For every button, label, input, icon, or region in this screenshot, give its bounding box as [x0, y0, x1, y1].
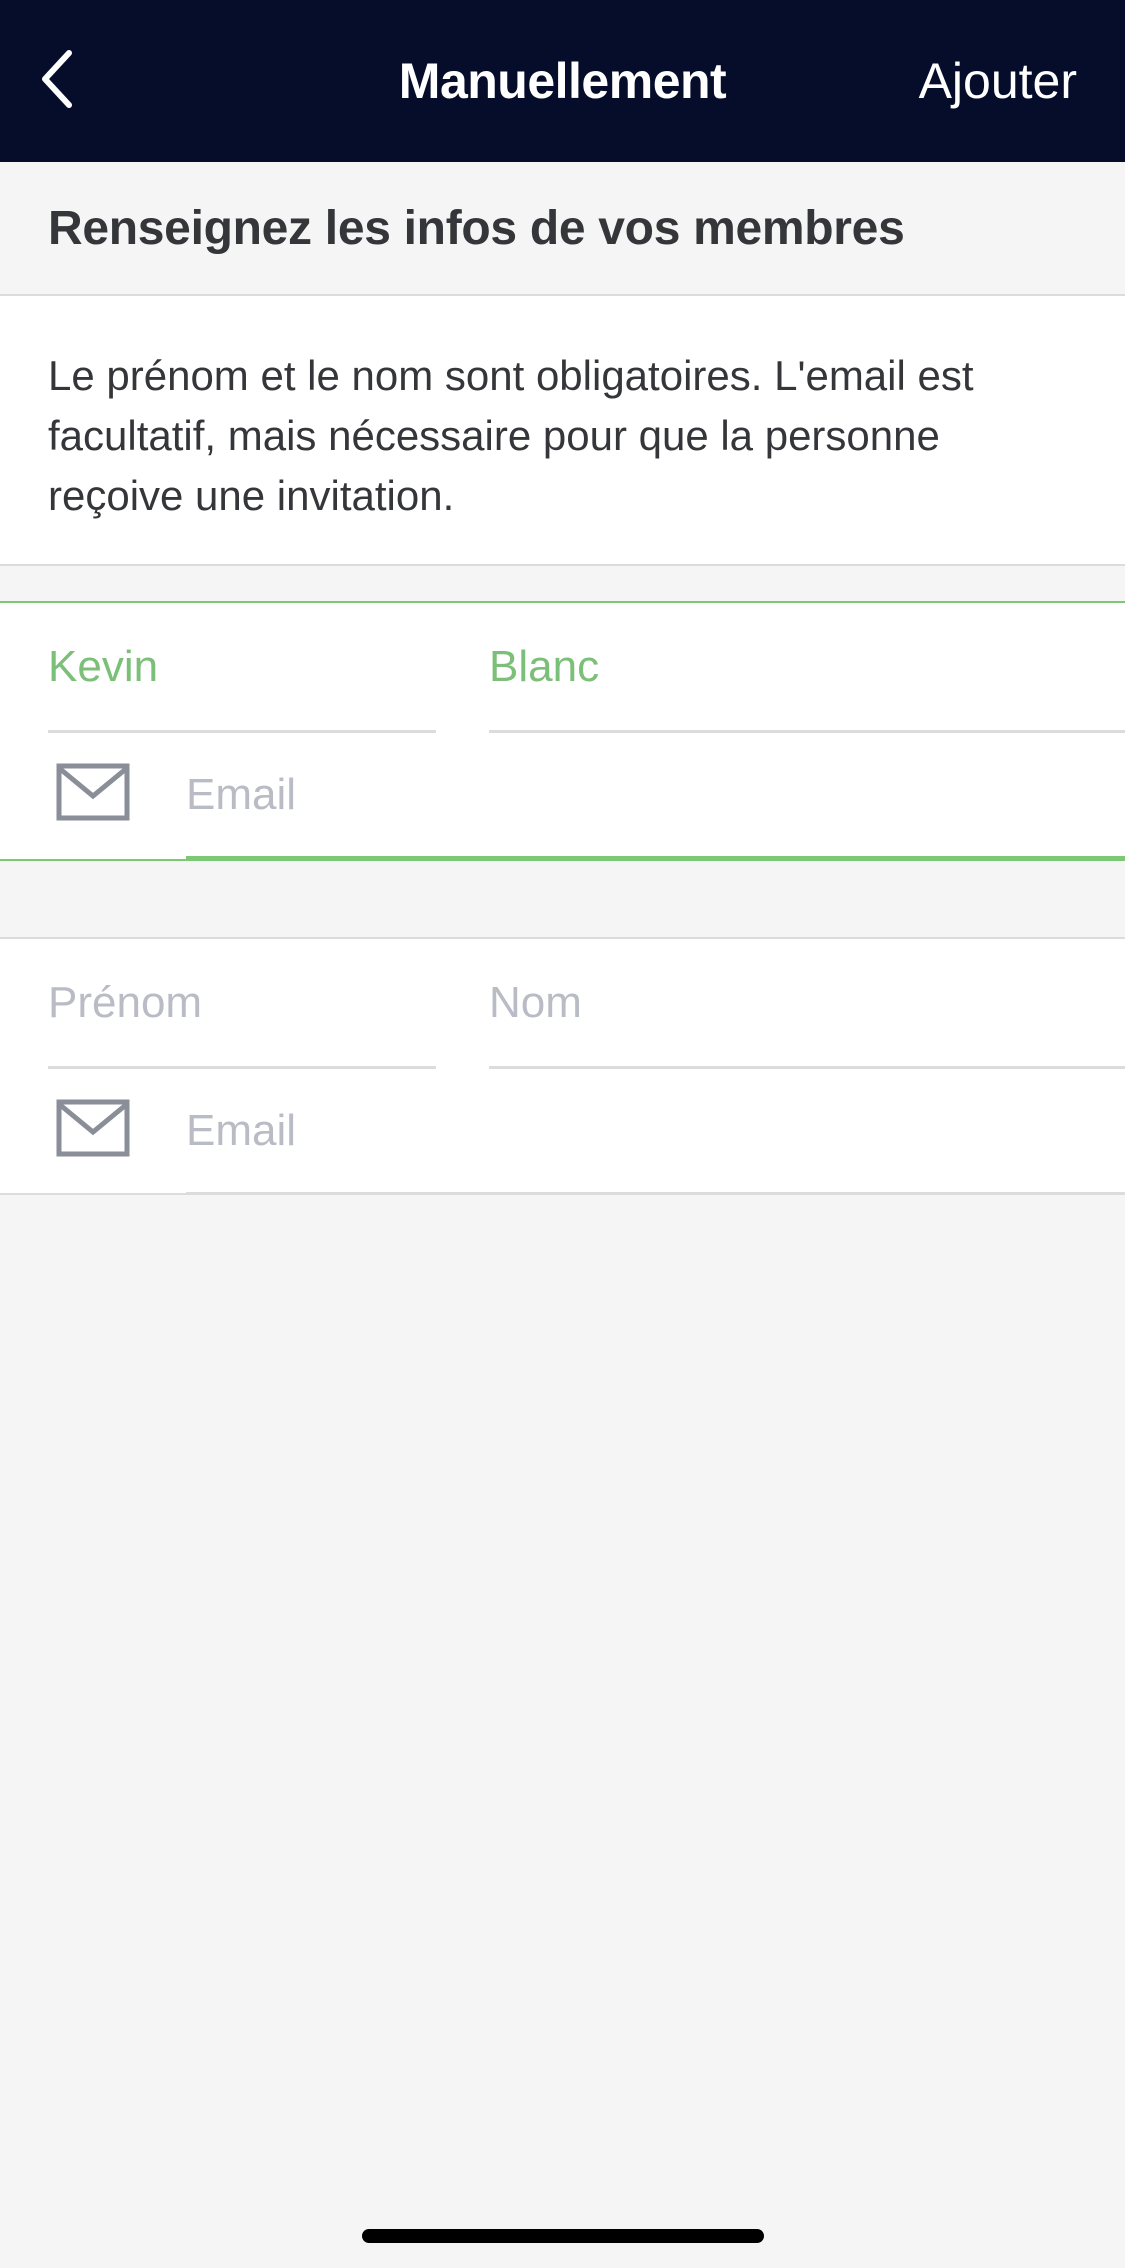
last-name-placeholder: Nom — [489, 977, 582, 1027]
last-name-field[interactable]: Blanc — [489, 603, 1125, 733]
email-placeholder: Email — [186, 1105, 297, 1155]
back-button[interactable] — [22, 42, 92, 116]
envelope-icon — [56, 1099, 130, 1157]
navigation-bar: Manuellement Ajouter — [0, 0, 1125, 162]
first-name-field[interactable]: Prénom — [48, 939, 436, 1069]
member-card: Kevin Blanc Email — [0, 601, 1125, 861]
email-row: Email — [0, 733, 1125, 859]
info-text: Le prénom et le nom sont obligatoires. L… — [48, 352, 974, 519]
section-header: Renseignez les infos de vos membres — [0, 162, 1125, 296]
chevron-left-icon — [42, 50, 72, 108]
home-indicator — [362, 2229, 764, 2243]
last-name-value: Blanc — [489, 641, 600, 691]
email-placeholder: Email — [186, 769, 297, 819]
envelope-icon — [56, 763, 130, 821]
email-row: Email — [0, 1069, 1125, 1195]
email-field[interactable]: Email — [186, 733, 1125, 859]
email-field[interactable]: Email — [186, 1069, 1125, 1195]
first-name-placeholder: Prénom — [48, 977, 203, 1027]
last-name-field[interactable]: Nom — [489, 939, 1125, 1069]
info-block: Le prénom et le nom sont obligatoires. L… — [0, 296, 1125, 566]
add-button[interactable]: Ajouter — [919, 0, 1077, 162]
first-name-value: Kevin — [48, 641, 159, 691]
section-title: Renseignez les infos de vos membres — [48, 201, 905, 255]
member-card: Prénom Nom Email — [0, 937, 1125, 1195]
first-name-field[interactable]: Kevin — [48, 603, 436, 733]
